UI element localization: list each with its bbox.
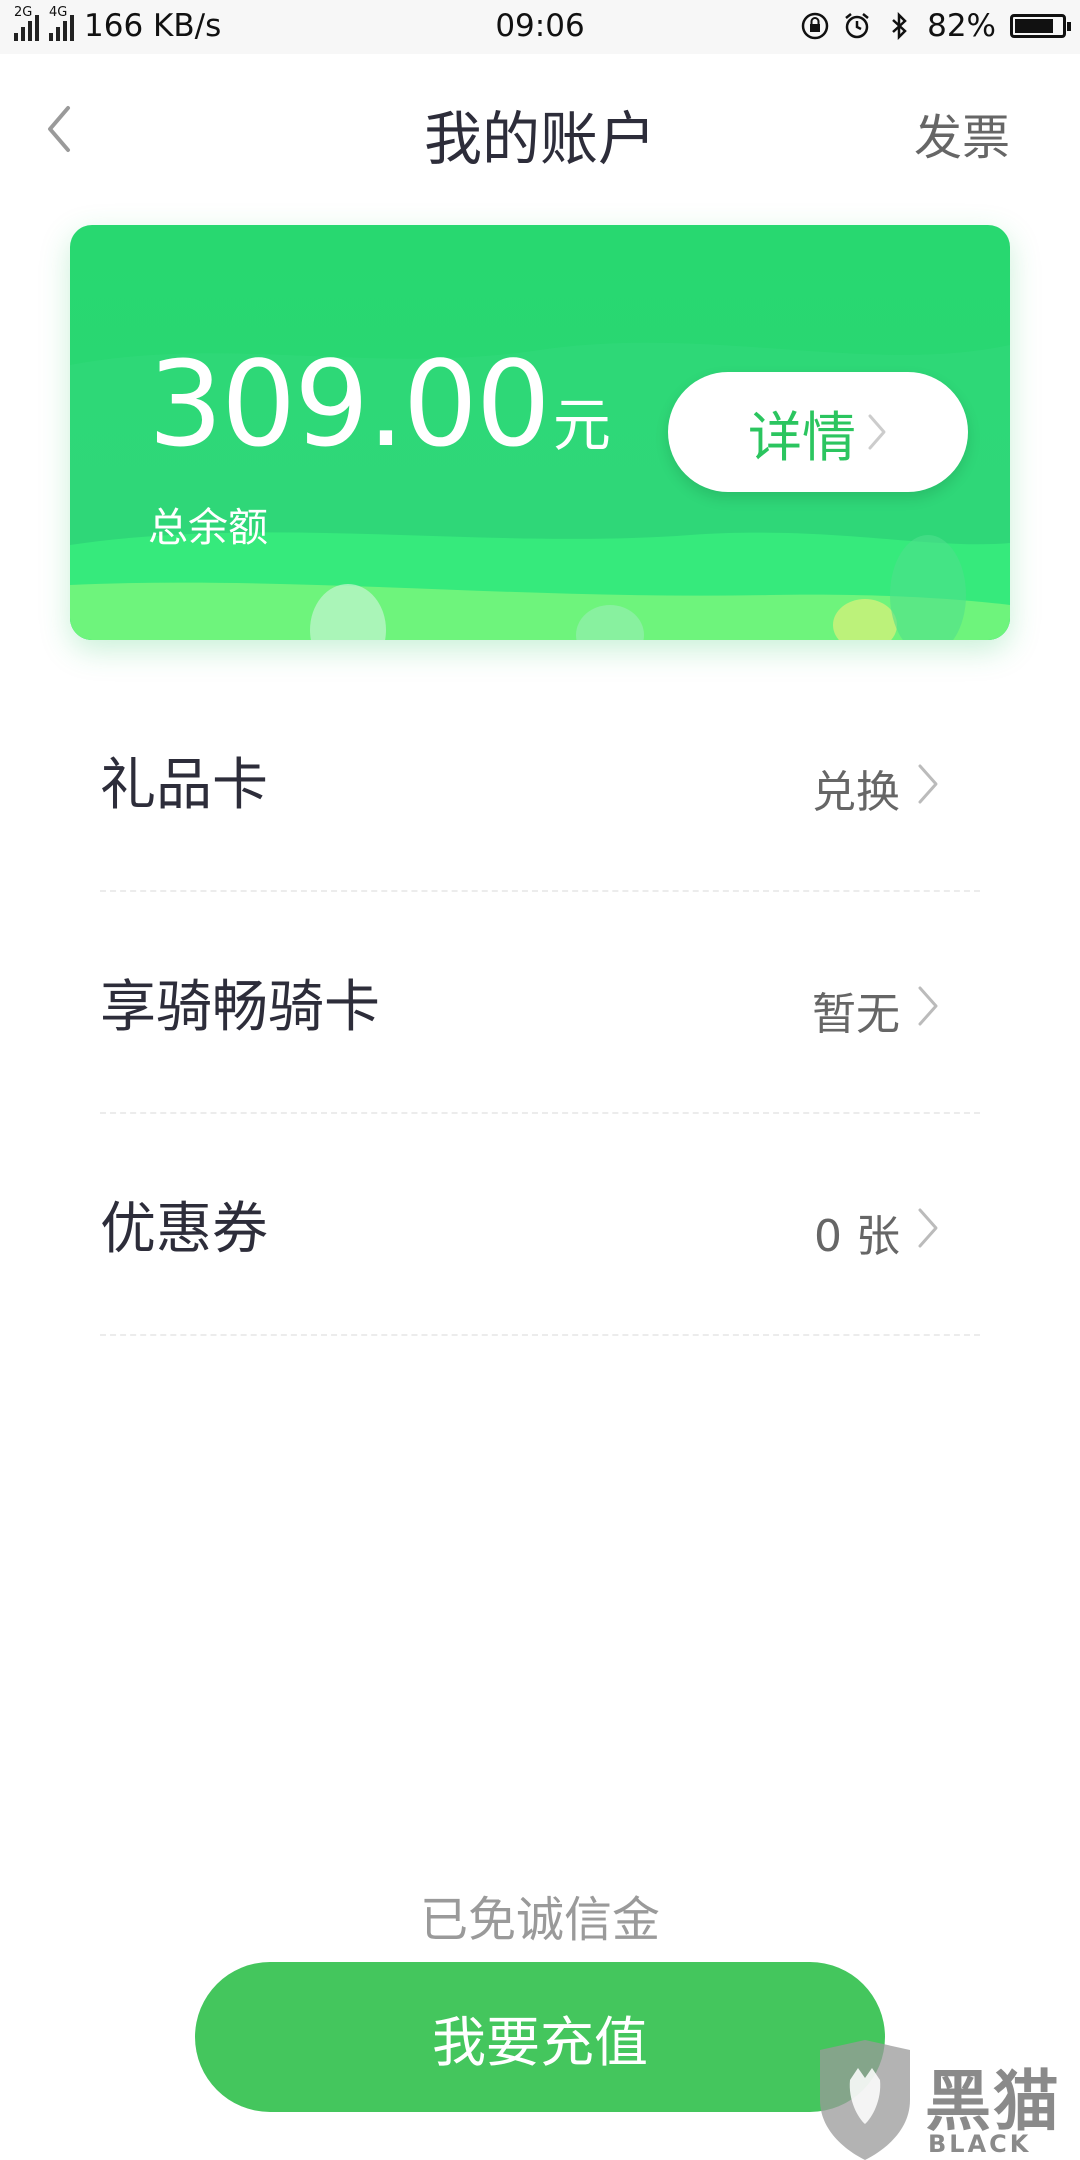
balance-amount: 309.00元 [148,345,611,463]
balance-card: 309.00元 总余额 详情 [70,225,1010,640]
alarm-icon [843,12,871,40]
chevron-right-icon [918,1208,938,1248]
row-label: 礼品卡 [100,753,268,818]
account-options-list: 礼品卡 兑换 享骑畅骑卡 暂无 优惠券 0 张 [100,670,980,1336]
deposit-status-text: 已免诚信金 [419,1892,660,1948]
status-right: 82% [801,8,1071,44]
invoice-button[interactable]: 发票 [914,98,1010,168]
lock-rotation-icon [801,12,829,40]
row-label: 享骑畅骑卡 [100,975,380,1040]
currency-unit: 元 [552,391,611,459]
chevron-right-icon [868,414,886,450]
battery-percent: 82% [927,8,996,44]
row-value: 兑换 [812,767,900,818]
coupon-row[interactable]: 优惠券 0 张 [100,1114,980,1336]
ride-pass-card-row[interactable]: 享骑畅骑卡 暂无 [100,892,980,1114]
row-value: 暂无 [812,989,900,1040]
details-button-label: 详情 [748,405,856,469]
chevron-right-icon [918,986,938,1026]
watermark-subtext: BLACK CAT [928,2130,1032,2160]
recharge-button[interactable]: 我要充值 [195,1962,885,2112]
status-bar: 2G 4G 166 KB/s 09:06 82% [0,0,1080,54]
row-value: 0 张 [814,1211,900,1262]
row-label: 优惠券 [100,1197,268,1262]
watermark-logo: 黑猫 BLACK CAT [810,2040,1080,2160]
title-bar: 我的账户 发票 [0,54,1080,204]
battery-fill [1015,19,1053,33]
recharge-button-label: 我要充值 [432,2010,648,2074]
balance-label: 总余额 [148,505,268,551]
battery-icon [1010,14,1071,38]
cat-shield-icon [820,2040,910,2160]
gift-card-row[interactable]: 礼品卡 兑换 [100,670,980,892]
balance-value: 309.00 [148,335,551,473]
chevron-right-icon [918,764,938,804]
bluetooth-icon [885,11,913,41]
account-page: 2G 4G 166 KB/s 09:06 82% 我的账户 发票 309.00元… [0,0,1080,2160]
details-button[interactable]: 详情 [668,372,968,492]
